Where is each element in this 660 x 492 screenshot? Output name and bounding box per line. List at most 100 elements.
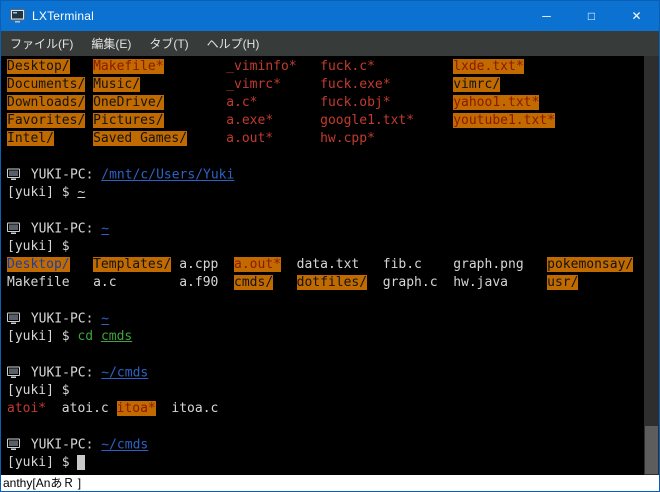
terminal-viewport[interactable]: Desktop/ Makefile* _viminfo* fuck.c* lxd…: [1, 56, 644, 475]
terminal-text: cd: [77, 329, 101, 344]
terminal-text: lxde.txt*: [453, 59, 524, 74]
terminal-text: a.cpp: [179, 257, 219, 272]
terminal-text: YUKI-PC:: [23, 365, 102, 381]
terminal-text: cmds/: [234, 275, 274, 290]
terminal-text: pokemonsay/: [547, 257, 634, 272]
terminal-line: YUKI-PC: ~: [7, 220, 644, 238]
menu-item-tabs[interactable]: タブ(T): [140, 31, 197, 56]
terminal-line: YUKI-PC: ~/cmds: [7, 364, 644, 382]
terminal-text: _vimrc*: [226, 77, 281, 92]
terminal-text: ~: [101, 221, 110, 237]
terminal-text: YUKI-PC:: [23, 437, 102, 453]
terminal-text: a.c*: [226, 95, 258, 110]
terminal-line: [yuki] $: [7, 454, 644, 472]
menu-item-file[interactable]: ファイル(F): [1, 31, 82, 56]
menu-bar: ファイル(F) 編集(E) タブ(T) ヘルプ(H): [1, 31, 659, 56]
terminal-text: graph.c: [382, 275, 438, 290]
terminal-line: Intel/ Saved Games/ a.out* hw.cpp*: [7, 130, 644, 148]
terminal-line: atoi* atoi.c itoa* itoa.c: [7, 400, 644, 418]
scrollbar-thumb[interactable]: [645, 426, 658, 474]
terminal-text: fuck.c*: [320, 59, 375, 74]
terminal-text: fib.c: [382, 257, 422, 272]
terminal-text: hw.java: [453, 275, 508, 290]
computer-icon: [7, 166, 23, 184]
close-button[interactable]: ✕: [614, 1, 659, 31]
terminal-area: Desktop/ Makefile* _viminfo* fuck.c* lxd…: [1, 56, 659, 475]
terminal-text: a.out*: [226, 131, 274, 146]
terminal-text: [yuki] $: [7, 455, 78, 470]
menu-item-edit[interactable]: 編集(E): [82, 31, 140, 56]
terminal-text: atoi.c: [61, 401, 109, 416]
terminal-text: YUKI-PC:: [23, 167, 102, 183]
terminal-text: usr/: [547, 275, 579, 290]
terminal-text: data.txt: [296, 257, 360, 272]
terminal-text: hw.cpp*: [320, 131, 375, 146]
terminal-text: graph.png: [453, 257, 524, 272]
terminal-text: [yuki] $: [7, 239, 70, 254]
terminal-line: [yuki] $ cd cmds: [7, 328, 644, 346]
terminal-line: [yuki] $: [7, 382, 644, 400]
terminal-text: cmds: [100, 329, 133, 344]
terminal-text: a.exe*: [226, 113, 274, 128]
menu-item-help[interactable]: ヘルプ(H): [198, 31, 269, 56]
terminal-text: _viminfo*: [226, 59, 297, 74]
terminal-text: Music/: [93, 77, 141, 92]
terminal-text: Pictures/: [93, 113, 164, 128]
terminal-text: Desktop/: [7, 59, 70, 74]
maximize-button[interactable]: □: [569, 1, 614, 31]
terminal-text: Saved Games/: [93, 131, 188, 146]
terminal-text: ~/cmds: [101, 437, 149, 453]
scrollbar[interactable]: [644, 56, 659, 475]
terminal-text: Documents/: [7, 77, 86, 92]
terminal-text: a.out*: [234, 257, 281, 272]
ime-status-text: anthy[AnあＲ ]: [3, 476, 82, 490]
terminal-text: itoa.c: [171, 401, 219, 416]
terminal-text: fuck.exe*: [320, 77, 391, 92]
terminal-text: yahoo1.txt*: [453, 95, 540, 110]
terminal-text: Downloads/: [7, 95, 86, 110]
computer-icon: [7, 220, 23, 238]
terminal-line: YUKI-PC: /mnt/c/Users/Yuki: [7, 166, 644, 184]
computer-icon: [7, 436, 23, 454]
window-controls: ─ □ ✕: [524, 1, 659, 31]
computer-icon: [7, 310, 23, 328]
terminal-text: ~/cmds: [101, 365, 149, 381]
terminal-text: OneDrive/: [93, 95, 164, 110]
ime-status-bar[interactable]: anthy[AnあＲ ]: [1, 475, 659, 491]
terminal-text: a.f90: [179, 275, 219, 290]
terminal-line: YUKI-PC: ~/cmds: [7, 436, 644, 454]
terminal-text: [yuki] $: [7, 383, 70, 398]
minimize-button[interactable]: ─: [524, 1, 569, 31]
terminal-text: youtube1.txt*: [453, 113, 555, 128]
terminal-line: Makefile a.c a.f90 cmds/ dotfiles/ graph…: [7, 274, 644, 292]
terminal-text: [yuki] $: [7, 329, 78, 344]
terminal-line: YUKI-PC: ~: [7, 310, 644, 328]
terminal-text: /mnt/c/Users/Yuki: [101, 167, 235, 183]
